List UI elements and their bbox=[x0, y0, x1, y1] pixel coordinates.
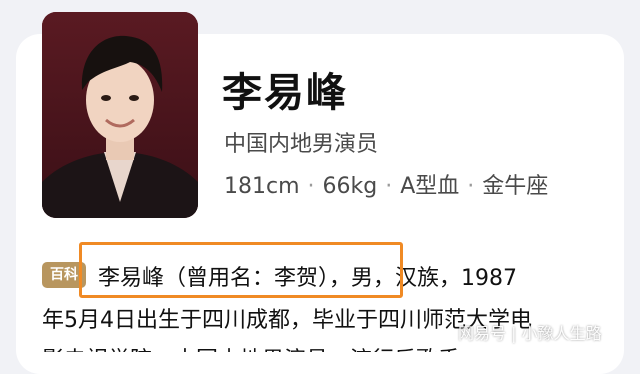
height: 181cm bbox=[224, 174, 300, 199]
weight: 66kg bbox=[322, 174, 378, 199]
separator-dot: · bbox=[385, 174, 393, 199]
stats-line: 181cm · 66kg · A型血 · 金牛座 bbox=[224, 168, 548, 200]
zodiac: 金牛座 bbox=[482, 174, 549, 199]
separator-dot: · bbox=[467, 174, 475, 199]
portrait-image bbox=[42, 12, 198, 218]
watermark: 网易号 | 小豫人生路 bbox=[458, 324, 602, 343]
highlight-box bbox=[79, 242, 403, 298]
summary-line-3: 影电视学院，中国内地男演员、流行乐歌手。 bbox=[42, 342, 482, 352]
blood-type: A型血 bbox=[400, 174, 460, 199]
profile-photo[interactable] bbox=[42, 12, 198, 218]
separator-dot: · bbox=[307, 174, 315, 199]
occupation: 中国内地男演员 bbox=[224, 132, 379, 157]
person-name: 李易峰 bbox=[222, 70, 348, 116]
